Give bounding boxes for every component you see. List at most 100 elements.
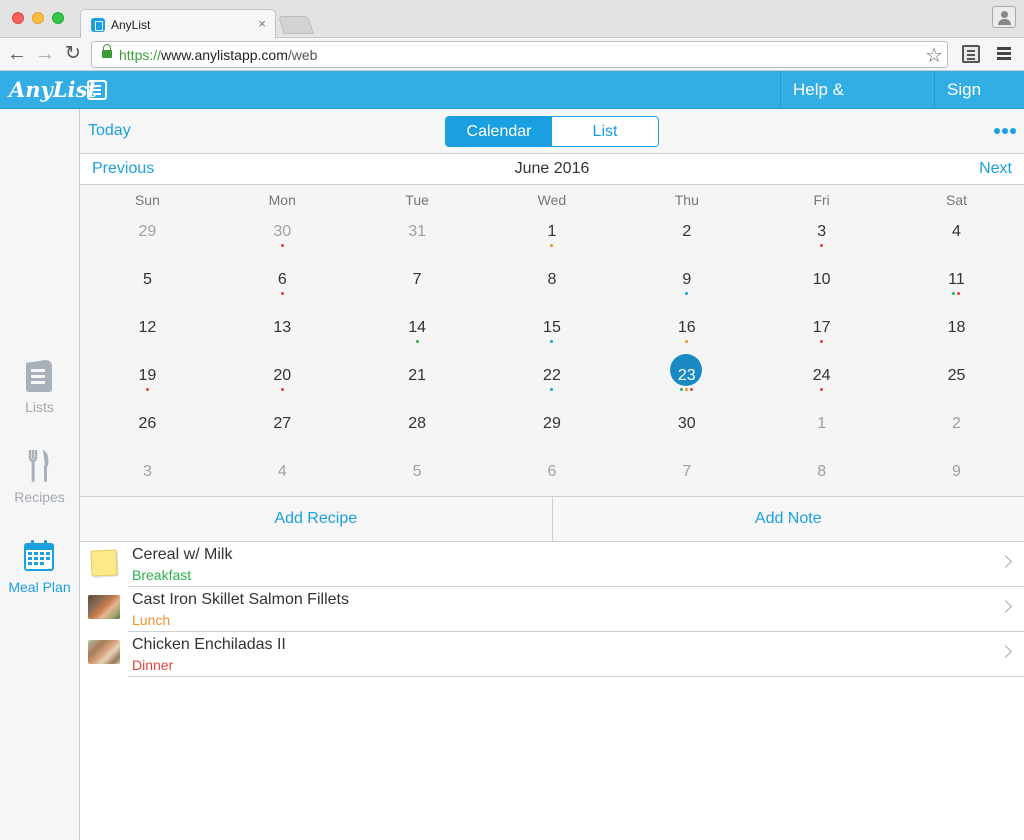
weekday-label: Sun — [134, 192, 160, 208]
meal-indicator-dot — [685, 292, 689, 295]
list-view-button[interactable]: List — [552, 117, 658, 146]
next-month-button[interactable]: Next — [979, 160, 1012, 178]
calendar-day[interactable]: 3 — [754, 222, 889, 270]
calendar-day[interactable]: 13 — [215, 318, 350, 366]
meal-indicator-dots — [350, 244, 485, 248]
profile-icon[interactable] — [992, 6, 1016, 28]
calendar-day[interactable]: 15 — [485, 318, 620, 366]
browser-toolbar: ← → ↻ https://www.anylistapp.com/web ☆ — [0, 38, 1024, 71]
more-dots-icon[interactable] — [994, 128, 1016, 136]
calendar-day[interactable]: 30 — [619, 414, 754, 462]
meal-indicator-dots — [889, 244, 1024, 248]
view-toggle: Calendar List — [445, 116, 659, 147]
calendar-day[interactable]: 12 — [80, 318, 215, 366]
add-note-button[interactable]: Add Note — [551, 497, 1024, 541]
calendar-day[interactable]: 2 — [889, 414, 1024, 462]
day-number: 4 — [277, 463, 287, 480]
calendar-view-button[interactable]: Calendar — [446, 117, 552, 146]
calendar-day[interactable]: 18 — [889, 318, 1024, 366]
sidebar-item-recipes[interactable]: Recipes — [0, 449, 79, 519]
calendar-day[interactable]: 5 — [80, 270, 215, 318]
calendar-day[interactable]: 7 — [350, 270, 485, 318]
meal-list-item[interactable]: Chicken Enchiladas II Dinner — [80, 632, 1024, 677]
day-number: 20 — [273, 367, 292, 384]
today-button[interactable]: Today — [88, 122, 131, 140]
forward-arrow-icon[interactable]: → — [34, 43, 56, 65]
weekday-header: Sun Mon Tue Wed Thu Fri Sat — [80, 192, 1024, 208]
tab-close-icon[interactable]: × — [258, 16, 266, 31]
bookmark-star-icon[interactable]: ☆ — [925, 43, 943, 68]
calendar-day[interactable]: 24 — [754, 366, 889, 414]
meal-indicator-dots — [754, 244, 889, 248]
meal-list-item[interactable]: Cereal w/ Milk Breakfast — [80, 542, 1024, 587]
calendar-day[interactable]: 27 — [215, 414, 350, 462]
sidebar: Lists Recipes Meal Plan — [0, 109, 80, 840]
calendar-day[interactable]: 8 — [485, 270, 620, 318]
day-number: 28 — [408, 415, 426, 432]
calendar-day[interactable]: 10 — [754, 270, 889, 318]
calendar-day[interactable]: 21 — [350, 366, 485, 414]
maximize-window-button[interactable] — [52, 12, 64, 24]
help-feedback-link[interactable]: Help & Feedback — [780, 71, 935, 136]
calendar-day[interactable]: 20 — [215, 366, 350, 414]
calendar-day[interactable]: 25 — [889, 366, 1024, 414]
browser-tab[interactable]: AnyList × — [80, 9, 276, 39]
browser-menu-icon[interactable] — [997, 47, 1011, 50]
calendar-day[interactable]: 6 — [215, 270, 350, 318]
meal-indicator-dots — [619, 436, 754, 440]
sidebar-item-lists[interactable]: Lists — [0, 359, 79, 429]
calendar-day[interactable]: 19 — [80, 366, 215, 414]
minimize-window-button[interactable] — [32, 12, 44, 24]
sign-out-link[interactable]: Sign Out — [934, 71, 1024, 136]
calendar-day[interactable]: 1 — [754, 414, 889, 462]
calendar-day[interactable]: 9 — [619, 270, 754, 318]
new-tab-button[interactable] — [278, 16, 314, 34]
calendar-day[interactable]: 29 — [485, 414, 620, 462]
calendar-day[interactable]: 29 — [80, 222, 215, 270]
lock-icon — [102, 44, 112, 58]
calendar-day[interactable]: 14 — [350, 318, 485, 366]
address-bar[interactable]: https://www.anylistapp.com/web ☆ — [91, 41, 948, 68]
weekday-label: Sat — [945, 192, 967, 208]
day-number: 15 — [543, 319, 561, 336]
add-recipe-button[interactable]: Add Recipe — [80, 497, 552, 541]
calendar-day[interactable]: 1 — [485, 222, 620, 270]
close-window-button[interactable] — [12, 12, 24, 24]
back-arrow-icon[interactable]: ← — [6, 43, 28, 65]
meal-indicator-dots — [80, 340, 215, 344]
meal-indicator-dots — [485, 484, 620, 488]
calendar-week-row: 12 13 14 15 16 17 18 — [80, 318, 1024, 366]
meal-indicator-dots — [619, 484, 754, 488]
anylist-logo[interactable]: AnyList — [9, 77, 97, 102]
calendar-day[interactable]: 11 — [889, 270, 1024, 318]
calendar-day[interactable]: 26 — [80, 414, 215, 462]
fork-knife-icon — [28, 450, 49, 482]
calendar-day[interactable]: 30 — [215, 222, 350, 270]
calendar-day-selected[interactable]: 23 — [619, 354, 754, 414]
day-number: 9 — [952, 463, 961, 480]
day-number: 4 — [952, 223, 961, 240]
day-number: 1 — [547, 223, 557, 240]
app-header: AnyList Help & Feedback Sign Out — [0, 71, 1024, 136]
reload-icon[interactable]: ↻ — [62, 43, 84, 65]
day-number: 25 — [947, 367, 966, 384]
calendar-day[interactable]: 4 — [889, 222, 1024, 270]
calendar-day[interactable]: 2 — [619, 222, 754, 270]
calendar-day[interactable]: 22 — [485, 366, 620, 414]
sidebar-item-meal-plan[interactable]: Meal Plan — [0, 539, 79, 609]
calendar-day[interactable]: 28 — [350, 414, 485, 462]
meal-indicator-dot — [415, 340, 419, 343]
day-number: 1 — [817, 415, 827, 432]
day-number: 14 — [408, 319, 426, 336]
url-text[interactable]: https://www.anylistapp.com/web — [119, 47, 317, 63]
meal-plan-panel: Today Calendar List Previous June 2016 N… — [80, 109, 1024, 840]
calendar-grid: Sun Mon Tue Wed Thu Fri Sat 29 30 31 1 2 3 4 5 6 7 8 9 10 1… — [80, 185, 1024, 497]
calendar-day[interactable]: 17 — [754, 318, 889, 366]
meal-indicator-dot — [550, 340, 554, 343]
lists-icon — [26, 360, 52, 392]
meal-list-item[interactable]: Cast Iron Skillet Salmon Fillets Lunch — [80, 587, 1024, 632]
calendar-day[interactable]: 31 — [350, 222, 485, 270]
extension-icon[interactable] — [962, 45, 980, 63]
meal-indicator-dots — [215, 340, 350, 344]
day-number: 27 — [273, 415, 292, 432]
